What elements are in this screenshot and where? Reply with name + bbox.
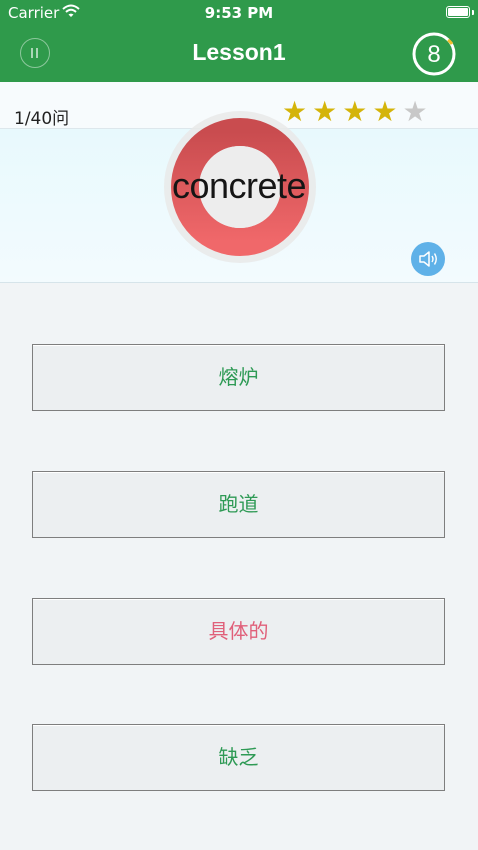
speaker-button[interactable] (411, 242, 445, 276)
answer-option-2[interactable]: 跑道 (32, 471, 445, 538)
star-icon: ★ (372, 95, 398, 128)
battery-icon (446, 6, 470, 18)
nav-bar: Lesson1 8 (0, 26, 478, 82)
lesson-title: Lesson1 (192, 39, 286, 65)
answer-option-4[interactable]: 缺乏 (32, 724, 445, 791)
status-bar: Carrier 9:53 PM (0, 0, 478, 26)
star-icon: ★ (342, 95, 368, 128)
status-time: 9:53 PM (204, 4, 274, 22)
question-progress: 1/40问 (14, 109, 70, 129)
timer-badge: 8 (412, 32, 456, 76)
answer-option-1[interactable]: 熔炉 (32, 344, 445, 411)
speaker-icon (419, 251, 437, 267)
battery-tip (472, 10, 474, 15)
vocabulary-word: concrete (171, 165, 307, 206)
timer-count: 8 (427, 41, 441, 68)
answer-option-3[interactable]: 具体的 (32, 598, 445, 665)
word-panel: concrete (0, 111, 478, 283)
star-icon: ★ (402, 95, 428, 128)
